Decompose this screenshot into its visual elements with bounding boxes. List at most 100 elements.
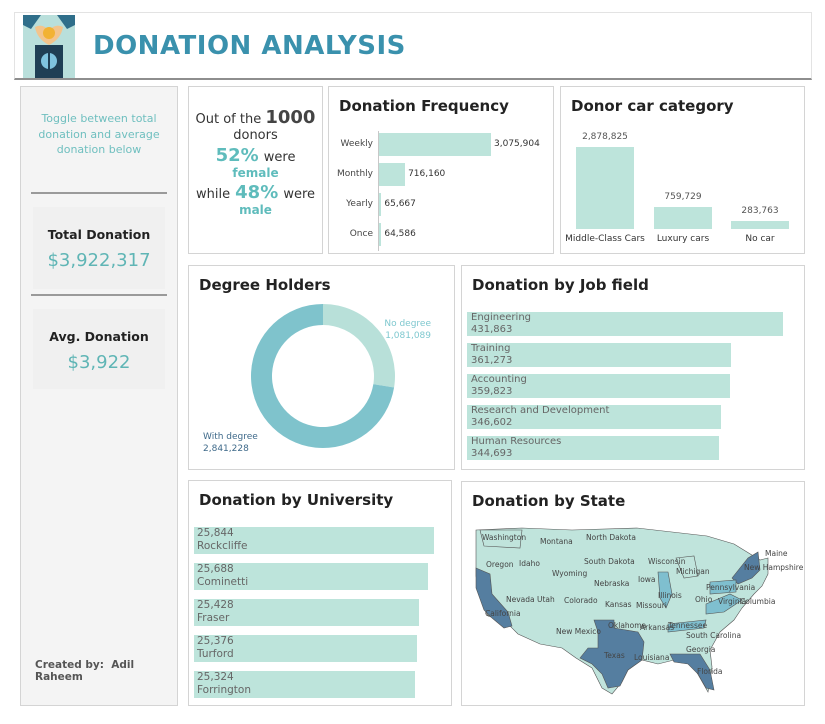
donor-car-card: Donor car category 2,878,825 Middle-Class…	[560, 86, 805, 254]
avg-donation-value: $3,922	[67, 352, 131, 373]
frequency-category: Monthly	[336, 169, 373, 179]
car-bar[interactable]	[654, 207, 712, 229]
gender-card: Out of the 1000 donors 52% were female w…	[188, 86, 323, 254]
state-label: Pennsylvania	[706, 583, 755, 592]
state-label: Kansas	[605, 600, 632, 609]
state-label: Wyoming	[552, 569, 587, 578]
frequency-value: 3,075,904	[494, 139, 540, 149]
state-label: Idaho	[519, 559, 540, 568]
university-value: 25,844	[197, 527, 234, 539]
university-title: Donation by University	[199, 491, 394, 509]
gender-intro: Out of the	[195, 112, 262, 127]
state-map-card: Donation by State Washington Montana North…	[461, 481, 805, 706]
state-label: Iowa	[638, 575, 656, 584]
with-degree-label: With degree 2,841,228	[203, 431, 258, 455]
car-value: 2,878,825	[582, 132, 628, 142]
state-label: New Hampshire	[744, 563, 804, 572]
sidebar: Toggle between total donation and averag…	[20, 86, 178, 706]
state-label: South Carolina	[686, 631, 741, 640]
university-name: Forrington	[197, 684, 251, 696]
job-value: 431,863	[471, 324, 513, 335]
state-label: Nebraska	[594, 579, 629, 588]
total-donation-label: Total Donation	[47, 227, 151, 242]
state-label: Texas	[603, 651, 625, 660]
state-label: Colorado	[564, 596, 598, 605]
were-text: were	[283, 187, 316, 202]
divider	[31, 294, 167, 296]
university-name: Cominetti	[197, 576, 249, 588]
no-degree-name: No degree	[384, 319, 431, 329]
state-label: Wisconsin	[648, 557, 686, 566]
frequency-bar[interactable]	[379, 223, 382, 246]
credit: Created by: Adil Raheem	[35, 659, 177, 683]
state-label: North Dakota	[586, 533, 636, 542]
total-donation-value: $3,922,317	[47, 250, 151, 271]
state-label: Maine	[765, 549, 788, 558]
frequency-bar[interactable]	[379, 133, 491, 156]
degree-holders-card: Degree Holders No degree 1,081,089 With …	[188, 265, 455, 470]
university-name: Turford	[197, 648, 234, 660]
while-text: while	[195, 187, 231, 202]
state-label: New Mexico	[556, 627, 601, 636]
frequency-bar[interactable]	[379, 163, 406, 186]
donation-logo-icon	[23, 15, 75, 78]
university-name: Fraser	[197, 612, 230, 624]
university-name: Rockcliffe	[197, 540, 248, 552]
frequency-category: Weekly	[340, 139, 373, 149]
frequency-title: Donation Frequency	[339, 97, 509, 115]
state-label: Columbia	[740, 597, 775, 606]
page-title: DONATION ANALYSIS	[93, 31, 406, 61]
divider	[31, 192, 167, 194]
car-title: Donor car category	[571, 97, 734, 115]
car-bar[interactable]	[731, 220, 789, 229]
job-value: 346,602	[471, 417, 513, 428]
university-value: 25,324	[197, 671, 234, 683]
job-value: 359,823	[471, 386, 513, 397]
no-degree-value: 1,081,089	[385, 331, 431, 341]
job-category: Human Resources	[471, 436, 562, 447]
university-card: Donation by University 25,844 Rockcliffe 2…	[188, 480, 452, 706]
state-label: Ohio	[695, 595, 713, 604]
university-value: 25,376	[197, 635, 234, 647]
with-degree-name: With degree	[203, 432, 258, 442]
donation-frequency-card: Donation Frequency Weekly 3,075,904 Monthl…	[328, 86, 554, 254]
total-donation-toggle[interactable]: Total Donation $3,922,317	[33, 207, 165, 289]
state-label: Florida	[697, 667, 723, 676]
job-category: Accounting	[471, 374, 527, 385]
state-label: Nevada	[506, 595, 535, 604]
frequency-value: 64,586	[384, 229, 416, 239]
car-category: Middle-Class Cars	[565, 234, 645, 244]
car-category: No car	[745, 234, 775, 244]
female-percent: 52%	[215, 145, 259, 166]
male-label: male	[239, 203, 272, 217]
donut-slice-no-degree[interactable]	[323, 304, 395, 388]
frequency-value: 65,667	[384, 199, 416, 209]
state-label: South Dakota	[584, 557, 635, 566]
were-text: were	[263, 150, 296, 165]
state-label: Louisiana	[634, 653, 669, 662]
state-label: Illinois	[658, 591, 682, 600]
frequency-bar[interactable]	[379, 193, 382, 216]
credit-label: Created by:	[35, 659, 104, 671]
donors-label: donors	[233, 128, 278, 143]
header: DONATION ANALYSIS	[14, 12, 812, 80]
no-degree-label: No degree 1,081,089	[375, 318, 431, 342]
job-field-card: Donation by Job field Engineering 431,863…	[461, 265, 805, 470]
state-label: Oregon	[486, 560, 514, 569]
job-category: Engineering	[471, 312, 531, 323]
job-value: 361,273	[471, 355, 513, 366]
university-value: 25,428	[197, 599, 234, 611]
with-degree-value: 2,841,228	[203, 444, 249, 454]
frequency-category: Once	[349, 229, 373, 239]
state-label: California	[485, 609, 521, 618]
frequency-value: 716,160	[408, 169, 446, 179]
state-label: Montana	[540, 537, 573, 546]
car-bar[interactable]	[576, 147, 634, 229]
car-category: Luxury cars	[656, 234, 710, 244]
car-value: 759,729	[664, 192, 702, 203]
university-value: 25,688	[197, 563, 234, 575]
job-category: Research and Development	[471, 405, 610, 416]
male-percent: 48%	[235, 182, 279, 203]
avg-donation-toggle[interactable]: Avg. Donation $3,922	[33, 309, 165, 389]
state-label: Georgia	[686, 645, 715, 654]
